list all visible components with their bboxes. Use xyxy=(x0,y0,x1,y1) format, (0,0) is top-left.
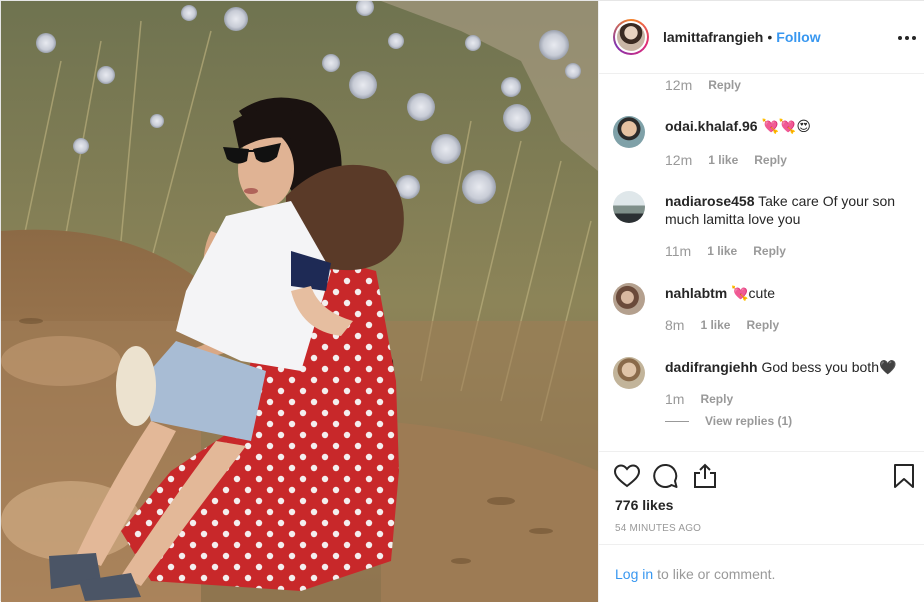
comment-username[interactable]: odai.khalaf.96 xyxy=(665,118,758,134)
reply-button[interactable]: Reply xyxy=(700,392,733,406)
post-timestamp: 54 MINUTES AGO xyxy=(615,523,702,534)
comment-meta: 12m 1 like Reply xyxy=(665,152,787,168)
login-prompt-text: to like or comment. xyxy=(657,565,776,582)
comment-time: 1m xyxy=(665,391,685,407)
comment-username[interactable]: nadiarose458 xyxy=(665,193,755,209)
avatar[interactable] xyxy=(613,357,645,389)
comments-list[interactable]: 12m Reply odai.khalaf.96 💘💘😍 12m 1 like … xyxy=(599,74,924,451)
avatar[interactable] xyxy=(613,283,645,315)
comment-meta: 8m 1 like Reply xyxy=(665,317,779,333)
post-side-panel: lamittafrangieh • Follow 12m Reply odai.… xyxy=(598,1,924,602)
comment-time: 8m xyxy=(665,317,685,333)
more-options-icon[interactable] xyxy=(898,29,916,47)
bookmark-icon[interactable] xyxy=(890,462,918,490)
comment-meta: 12m Reply xyxy=(665,77,741,93)
view-replies-label: View replies (1) xyxy=(705,414,793,428)
comment-likes[interactable]: 1 like xyxy=(707,244,737,258)
comment-likes[interactable]: 1 like xyxy=(708,153,738,167)
heart-icon[interactable] xyxy=(613,462,641,490)
comment-time: 11m xyxy=(665,243,692,259)
comment-text: 💘💘😍 xyxy=(761,118,811,134)
reply-button[interactable]: Reply xyxy=(708,78,741,92)
comment-icon[interactable] xyxy=(651,462,679,490)
login-prompt: Log in to like or comment. xyxy=(599,544,924,602)
reply-button[interactable]: Reply xyxy=(746,318,779,332)
comment-meta: 1m Reply xyxy=(665,391,733,407)
comment-time: 12m xyxy=(665,152,693,168)
login-link[interactable]: Log in xyxy=(615,566,653,582)
header-separator: • xyxy=(767,29,773,45)
instagram-post: lamittafrangieh • Follow 12m Reply odai.… xyxy=(0,0,924,602)
post-actions: 776 likes 54 MINUTES AGO xyxy=(599,451,924,544)
reply-button[interactable]: Reply xyxy=(753,244,786,258)
view-replies-line xyxy=(665,420,689,422)
avatar[interactable] xyxy=(613,191,645,223)
post-photo[interactable] xyxy=(1,1,598,602)
comment-username[interactable]: nahlabtm xyxy=(665,285,727,301)
follow-button[interactable]: Follow xyxy=(776,29,820,45)
comment-text: 💘cute xyxy=(731,285,776,301)
share-icon[interactable] xyxy=(691,462,719,490)
avatar xyxy=(617,23,645,51)
comment-time: 12m xyxy=(665,77,693,93)
comment-likes[interactable]: 1 like xyxy=(700,318,730,332)
view-replies-button[interactable]: View replies (1) xyxy=(665,414,792,428)
avatar[interactable] xyxy=(613,116,645,148)
author-username[interactable]: lamittafrangieh xyxy=(663,29,763,45)
comment-username[interactable]: dadifrangiehh xyxy=(665,359,758,375)
reply-button[interactable]: Reply xyxy=(754,153,787,167)
story-ring[interactable] xyxy=(613,19,649,55)
likes-count[interactable]: 776 likes xyxy=(615,497,673,513)
post-header: lamittafrangieh • Follow xyxy=(599,1,924,74)
comment-meta: 11m 1 like Reply xyxy=(665,243,786,259)
comment-text: God bess you both🖤 xyxy=(761,359,897,375)
